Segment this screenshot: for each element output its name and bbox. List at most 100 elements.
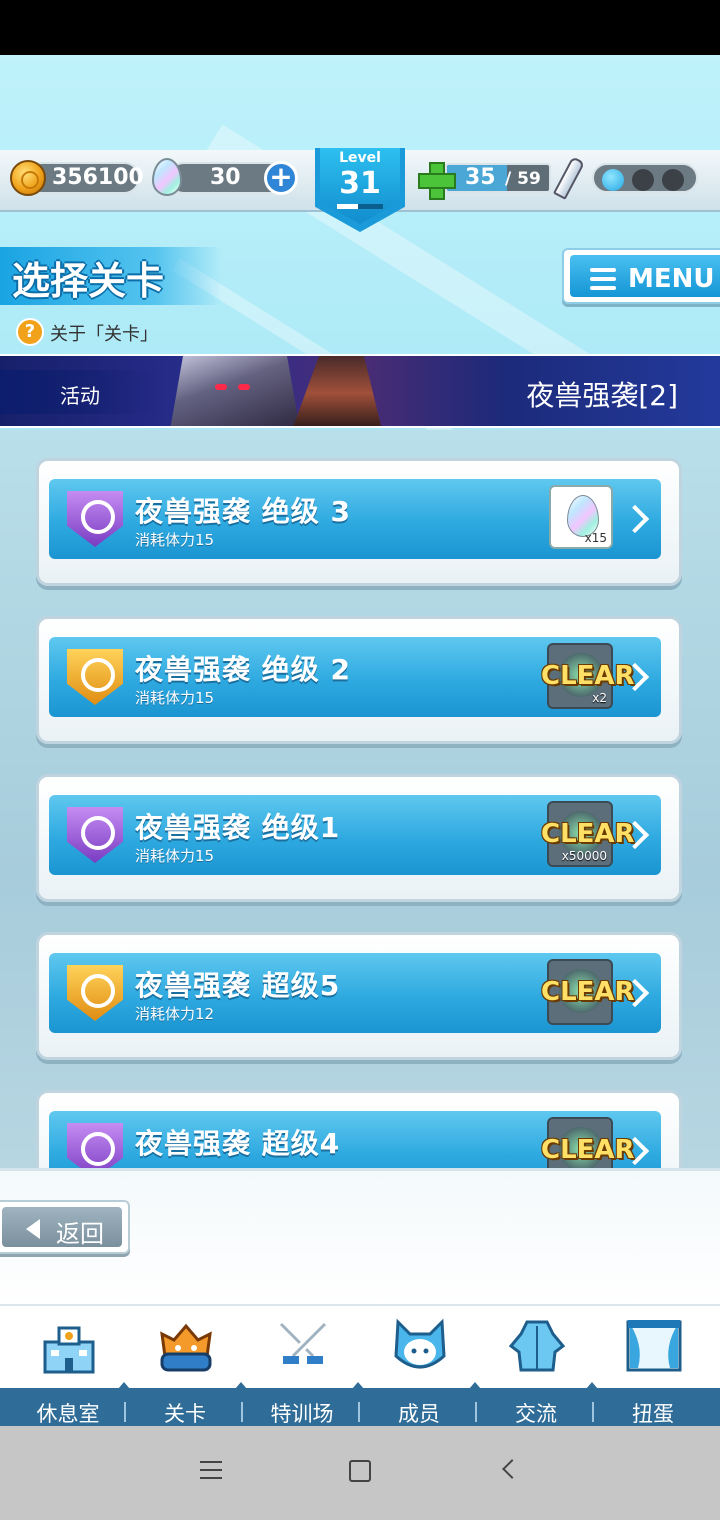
level-label: Level [339, 150, 381, 166]
stage-card[interactable]: 夜兽强袭 绝级1 消耗体力15 x50000 CLEAR [36, 774, 682, 902]
stage-list[interactable]: 夜兽强袭 绝级 3 消耗体力15 x15 夜兽强袭 绝级 2 消耗体力15 x2… [0, 430, 720, 1168]
stage-title: 夜兽强袭 绝级 3 [135, 495, 351, 528]
nav-item-lounge[interactable]: 休息室 [9, 1306, 127, 1428]
chevron-right-icon [625, 821, 643, 849]
help-icon[interactable]: ? [16, 318, 44, 346]
coin-icon [10, 160, 46, 196]
stage-title: 夜兽强袭 绝级 2 [135, 653, 351, 686]
stamina-plus-icon[interactable] [418, 162, 456, 200]
purple-shield-icon [67, 491, 123, 547]
stage-title: 夜兽强袭 超级4 [135, 1127, 341, 1160]
nav-label: 交流 [515, 1402, 557, 1426]
orb-indicator [592, 163, 698, 193]
orb-icon [662, 169, 684, 191]
character-eye [215, 384, 227, 390]
reward-quantity: x2 [592, 691, 607, 705]
back-label: 返回 [56, 1220, 104, 1248]
nav-divider [358, 1402, 360, 1422]
game-screen: 356100 30 + Level 31 35 / 59 选择关卡 ? 关于「关… [0, 0, 720, 1520]
back-button[interactable]: 返回 [0, 1200, 130, 1254]
chevron-right-icon [625, 1137, 643, 1165]
nav-item-gacha[interactable]: 扭蛋 [594, 1306, 712, 1428]
gold-shield-icon [67, 649, 123, 705]
character-eye [238, 384, 250, 390]
nav-notch [352, 1382, 364, 1389]
stage-card[interactable]: 夜兽强袭 绝级 2 消耗体力15 x2 CLEAR [36, 616, 682, 744]
nav-item-social[interactable]: 交流 [477, 1306, 595, 1428]
back-icon[interactable] [502, 1459, 522, 1479]
about-stages-link[interactable]: 关于「关卡」 [50, 320, 158, 346]
hamburger-icon [590, 268, 616, 290]
curtain-icon [626, 1320, 682, 1372]
nav-label: 休息室 [36, 1402, 100, 1426]
stage-card-body: 夜兽强袭 绝级1 消耗体力15 x50000 CLEAR [49, 795, 661, 875]
system-nav-bar [0, 1426, 720, 1520]
school-building-icon [43, 1326, 95, 1374]
menu-label: MENU [628, 264, 715, 294]
recent-apps-icon[interactable] [200, 1461, 222, 1481]
chevron-right-icon [625, 505, 643, 533]
orb-icon [632, 169, 654, 191]
nav-notch [469, 1382, 481, 1389]
stage-title: 夜兽强袭 绝级1 [135, 811, 341, 844]
crossed-swords-icon [277, 1320, 329, 1364]
back-button-face: 返回 [2, 1207, 122, 1248]
nav-label: 扭蛋 [632, 1402, 674, 1426]
nav-divider [592, 1402, 594, 1422]
stage-card-body: 夜兽强袭 超级4 CLEAR [49, 1111, 661, 1168]
purple-shield-icon [67, 807, 123, 863]
status-bar [0, 0, 720, 55]
monster-icon [160, 1323, 212, 1372]
stage-cost: 消耗体力15 [135, 847, 215, 865]
gold-shield-icon [67, 965, 123, 1021]
level-badge: Level 31 [315, 148, 405, 232]
orb-icon [602, 169, 624, 191]
stamina-max: / 59 [505, 169, 541, 189]
level-progress-fill [337, 204, 358, 209]
menu-button[interactable]: MENU [562, 248, 720, 304]
nav-notch [118, 1382, 130, 1389]
reward-quantity: x50000 [561, 849, 607, 863]
stamina-counter: 35 / 59 [445, 163, 551, 193]
stage-card[interactable]: 夜兽强袭 超级5 消耗体力12 CLEAR [36, 932, 682, 1060]
event-banner: 活动 夜兽强袭[2] [0, 354, 720, 428]
level-progress-bar [337, 204, 383, 209]
stage-cost: 消耗体力12 [135, 1005, 215, 1023]
chevron-right-icon [625, 979, 643, 1007]
nav-item-stages[interactable]: 关卡 [126, 1306, 244, 1428]
coin-value: 356100 [52, 165, 144, 190]
stage-title: 夜兽强袭 超级5 [135, 969, 341, 1002]
stage-card[interactable]: 夜兽强袭 超级4 CLEAR [36, 1090, 682, 1168]
chevron-right-icon [625, 663, 643, 691]
gem-value: 30 [210, 165, 241, 190]
nav-item-members[interactable]: 成员 [360, 1306, 478, 1428]
gem-icon [152, 158, 182, 196]
stage-card[interactable]: 夜兽强袭 绝级 3 消耗体力15 x15 [36, 458, 682, 586]
nav-label: 关卡 [164, 1402, 206, 1426]
purple-shield-icon [67, 1123, 123, 1168]
stage-card-body: 夜兽强袭 绝级 3 消耗体力15 x15 [49, 479, 661, 559]
add-gems-button[interactable]: + [264, 161, 298, 195]
event-title: 夜兽强袭[2] [526, 379, 678, 412]
cat-girl-icon [394, 1318, 446, 1369]
nav-divider [241, 1402, 243, 1422]
nav-label: 成员 [398, 1402, 440, 1426]
stage-card-body: 夜兽强袭 超级5 消耗体力12 CLEAR [49, 953, 661, 1033]
page-title: 选择关卡 [12, 259, 165, 303]
level-number: 31 [339, 166, 381, 201]
nav-divider [124, 1402, 126, 1422]
event-tag: 活动 [60, 384, 100, 408]
stage-card-body: 夜兽强袭 绝级 2 消耗体力15 x2 CLEAR [49, 637, 661, 717]
back-arrow-icon [26, 1219, 40, 1239]
banner-character-image [170, 356, 300, 426]
stamina-current: 35 [465, 165, 496, 190]
stage-cost: 消耗体力15 [135, 689, 215, 707]
nav-label: 特训场 [270, 1402, 334, 1426]
reward-gem: x15 [549, 485, 613, 549]
home-icon[interactable] [349, 1460, 371, 1482]
menu-button-face: MENU [570, 255, 720, 297]
bottom-nav: 休息室 关卡 特训场 成员 交流 扭蛋 [0, 1304, 720, 1428]
stage-cost: 消耗体力15 [135, 531, 215, 549]
nav-item-training[interactable]: 特训场 [243, 1306, 361, 1428]
reward-quantity: x15 [584, 531, 607, 545]
